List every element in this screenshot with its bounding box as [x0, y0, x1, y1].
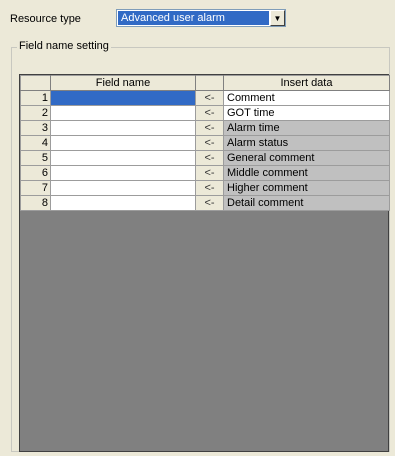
resource-type-value: Advanced user alarm	[118, 11, 269, 25]
field-name-cell[interactable]	[50, 165, 196, 181]
insert-arrow-button[interactable]: <-	[195, 105, 224, 121]
table-row[interactable]: 6 <- Middle comment	[20, 165, 390, 181]
insert-data-cell[interactable]: Comment	[223, 90, 390, 106]
field-name-cell[interactable]	[50, 90, 196, 106]
insert-arrow-button[interactable]: <-	[195, 120, 224, 136]
insert-arrow-button[interactable]: <-	[195, 150, 224, 166]
resource-type-label: Resource type	[10, 13, 81, 25]
insert-data-cell[interactable]: Alarm status	[223, 135, 390, 151]
insert-data-cell[interactable]: Alarm time	[223, 120, 390, 136]
row-number: 3	[20, 120, 51, 136]
field-name-cell[interactable]	[50, 105, 196, 121]
field-name-cell[interactable]	[50, 120, 196, 136]
insert-data-cell[interactable]: Higher comment	[223, 180, 390, 196]
insert-arrow-button[interactable]: <-	[195, 195, 224, 211]
table-row[interactable]: 1 <- Comment	[20, 90, 390, 106]
row-number: 5	[20, 150, 51, 166]
header-arrow	[195, 75, 224, 91]
row-number: 8	[20, 195, 51, 211]
chevron-down-icon[interactable]: ▼	[270, 10, 285, 26]
header-field-name: Field name	[50, 75, 196, 91]
header-rownum	[20, 75, 51, 91]
row-number: 1	[20, 90, 51, 106]
row-number: 7	[20, 180, 51, 196]
table-row[interactable]: 7 <- Higher comment	[20, 180, 390, 196]
field-name-cell[interactable]	[50, 135, 196, 151]
table-row[interactable]: 3 <- Alarm time	[20, 120, 390, 136]
field-name-cell[interactable]	[50, 180, 196, 196]
field-name-cell[interactable]	[50, 150, 196, 166]
field-name-grid[interactable]: Field name Insert data 1 <- Comment 2 <-…	[19, 74, 390, 452]
field-name-cell[interactable]	[50, 195, 196, 211]
field-name-setting-title: Field name setting	[17, 40, 111, 52]
insert-data-cell[interactable]: Detail comment	[223, 195, 390, 211]
header-insert-data: Insert data	[223, 75, 390, 91]
insert-arrow-button[interactable]: <-	[195, 135, 224, 151]
row-number: 2	[20, 105, 51, 121]
table-row[interactable]: 2 <- GOT time	[20, 105, 390, 121]
table-row[interactable]: 8 <- Detail comment	[20, 195, 390, 211]
insert-arrow-button[interactable]: <-	[195, 180, 224, 196]
insert-data-cell[interactable]: General comment	[223, 150, 390, 166]
insert-arrow-button[interactable]: <-	[195, 165, 224, 181]
table-row[interactable]: 4 <- Alarm status	[20, 135, 390, 151]
insert-arrow-button[interactable]: <-	[195, 90, 224, 106]
table-row[interactable]: 5 <- General comment	[20, 150, 390, 166]
insert-data-cell[interactable]: GOT time	[223, 105, 390, 121]
row-number: 6	[20, 165, 51, 181]
insert-data-cell[interactable]: Middle comment	[223, 165, 390, 181]
row-number: 4	[20, 135, 51, 151]
resource-type-select[interactable]: Advanced user alarm ▼	[116, 9, 286, 27]
